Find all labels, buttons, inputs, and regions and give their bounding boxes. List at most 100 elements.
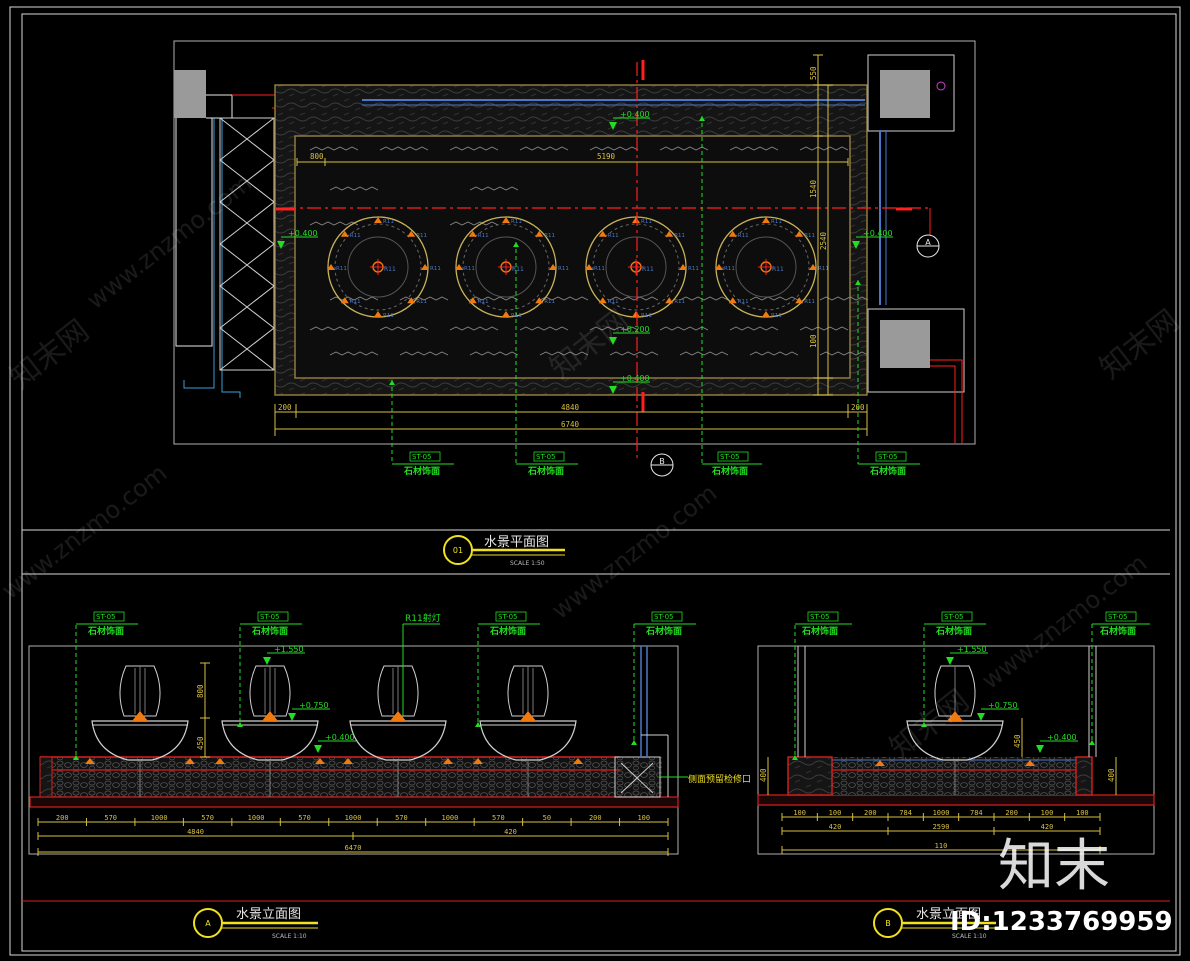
side-level-3: +0.400 — [1047, 733, 1077, 742]
lamp-code: R11 — [804, 233, 815, 239]
material-leader: ST-05 石材饰面 — [475, 611, 540, 727]
side-dim-row1-2: 100 — [829, 809, 842, 817]
elev-title: 水景立面图 — [236, 907, 301, 922]
lamp-code: R11 — [674, 299, 685, 305]
side-slab — [757, 794, 1155, 806]
lamp-code: R11 — [512, 266, 524, 273]
plan-dim-bottom-4: 6740 — [561, 420, 580, 429]
lamp-code: R11 — [430, 266, 441, 272]
plan-dim-right-2: 1540 — [809, 179, 818, 198]
plan-level-5: +0.400 — [620, 374, 650, 383]
side-title-number: B — [885, 919, 891, 928]
plan-scale: SCALE 1:50 — [510, 560, 545, 567]
watermark-brand-4: 知末网 — [1093, 303, 1185, 386]
plan-view: R11 R11 R11 R11 R11 R11 R11 R11 R11 R11 R11 R11 R11 R… — [173, 40, 976, 477]
material-leader: ST-05 石材饰面 — [792, 611, 852, 760]
lamp-code: R11 — [594, 266, 605, 272]
elev-dim-row2-1: 4840 — [187, 828, 204, 836]
plan-dim-right-4: 100 — [809, 334, 818, 348]
elev-dim-row1-3: 1000 — [151, 814, 168, 822]
elev-dim-row1-6: 570 — [298, 814, 311, 822]
lamp-code: R11 — [804, 299, 815, 305]
watermark-site-3: www.znzmo.com — [546, 479, 722, 625]
side-dim-row1-3: 200 — [864, 809, 877, 817]
plan-level-1: +0.400 — [620, 110, 650, 119]
elev-dim-row1-8: 570 — [395, 814, 408, 822]
lamp-code: R11 — [478, 233, 489, 239]
plan-dim-top-1: 800 — [310, 152, 324, 161]
material-label: 石材饰面 — [935, 625, 972, 637]
material-leader: ST-05 石材饰面 — [73, 611, 138, 760]
material-code: ST-05 — [412, 453, 432, 461]
lamp-code: R11 — [771, 219, 782, 225]
elev-level-1: +1.550 — [274, 645, 304, 654]
elev-dim-row2-2: 420 — [504, 828, 517, 836]
marker-icon — [936, 81, 946, 91]
side-dim-v-2: 450 — [1013, 734, 1022, 748]
plan-dim-bottom-2: 4840 — [561, 403, 580, 412]
elev-level-2: +0.750 — [299, 701, 329, 710]
material-label: 石材饰面 — [1099, 625, 1136, 637]
plan-dim-top-2: 5190 — [597, 152, 616, 161]
material-label: 石材饰面 — [711, 465, 748, 477]
material-label: 石材饰面 — [645, 625, 682, 637]
lamp-code: R11 — [771, 313, 782, 319]
elev-dim-row1-1: 200 — [56, 814, 69, 822]
plan-title-number: 01 — [453, 546, 463, 555]
plan-level-3: +0.400 — [863, 229, 893, 238]
lamp-code: R11 — [608, 233, 619, 239]
material-leader: ST-05 石材饰面 — [1089, 611, 1150, 745]
lamp-code: R11 — [688, 266, 699, 272]
plan-title-block: 01 水景平面图 SCALE 1:50 — [443, 535, 565, 567]
column-block — [880, 70, 930, 118]
lamp-code: R11 — [818, 266, 829, 272]
watermark-site-4: www.znzmo.com — [976, 549, 1152, 695]
elev-level-3: +0.400 — [325, 733, 355, 742]
section-marker-b: B — [650, 453, 674, 477]
elevation-dimensions: 200 570 1000 570 1000 570 1000 570 1000 570 50 200 1… — [37, 814, 669, 856]
elev-title-number: A — [205, 919, 211, 928]
elev-scale: SCALE 1:10 — [272, 933, 307, 940]
lamp-code: R11 — [350, 299, 361, 305]
lamp-code: R11 — [383, 219, 394, 225]
plan-level-2: +0.400 — [288, 229, 318, 238]
lamp-code: R11 — [336, 266, 347, 272]
lamp-code: R11 — [641, 313, 652, 319]
lamp-code: R11 — [724, 266, 735, 272]
material-code: ST-05 — [944, 613, 964, 621]
elev-dim-v-2: 450 — [196, 736, 205, 750]
side-dim-row1-5: 1000 — [933, 809, 950, 817]
lamp-code: R11 — [772, 266, 784, 273]
material-label: 石材饰面 — [527, 465, 564, 477]
elev-dim-row1-5: 1000 — [248, 814, 265, 822]
lamp-code: R11 — [416, 299, 427, 305]
section-marker-a: A — [916, 208, 940, 258]
side-dim-row1-6: 784 — [970, 809, 983, 817]
side-level-1: +1.550 — [957, 645, 987, 654]
side-level-2: +0.750 — [988, 701, 1018, 710]
side-elevation: +1.550 +0.750 +0.400 400 450 400 100 100 2… — [757, 611, 1155, 855]
plan-title: 水景平面图 — [484, 535, 549, 550]
elev-dim-row1-2: 570 — [104, 814, 117, 822]
side-dim-row1-4: 784 — [899, 809, 912, 817]
material-label: 石材饰面 — [403, 465, 440, 477]
material-code: ST-05 — [878, 453, 898, 461]
watermark-brand-1: 知末网 — [3, 313, 95, 396]
side-dim-total-1: 110 — [935, 842, 948, 850]
lamp-code: R11 — [558, 266, 569, 272]
plan-dim-right-1: 550 — [809, 66, 818, 80]
lamp-code: R11 — [383, 313, 394, 319]
material-code: ST-05 — [720, 453, 740, 461]
lamp-code: R11 — [544, 233, 555, 239]
side-dim-row1-1: 100 — [793, 809, 806, 817]
material-label: 石材饰面 — [251, 625, 288, 637]
lamp-code: R11 — [738, 233, 749, 239]
watermark-site-2: www.znzmo.com — [0, 459, 172, 605]
outlet-label: 侧面预留检修口 — [688, 773, 751, 785]
elevation-material-leaders: ST-05 石材饰面 ST-05 石材饰面 ST-05 石材饰面 ST-05 石材饰面 — [73, 611, 696, 760]
plan-dim-bottom-1: 200 — [278, 403, 292, 412]
side-dim-row2-2: 2590 — [933, 823, 950, 831]
front-elevation: R11射灯 侧面预留检修口 +1.550 +0.750 +0.400 800 4… — [28, 611, 751, 856]
elev-dim-row1-4: 570 — [201, 814, 214, 822]
elev-dim-row1-13: 100 — [637, 814, 650, 822]
